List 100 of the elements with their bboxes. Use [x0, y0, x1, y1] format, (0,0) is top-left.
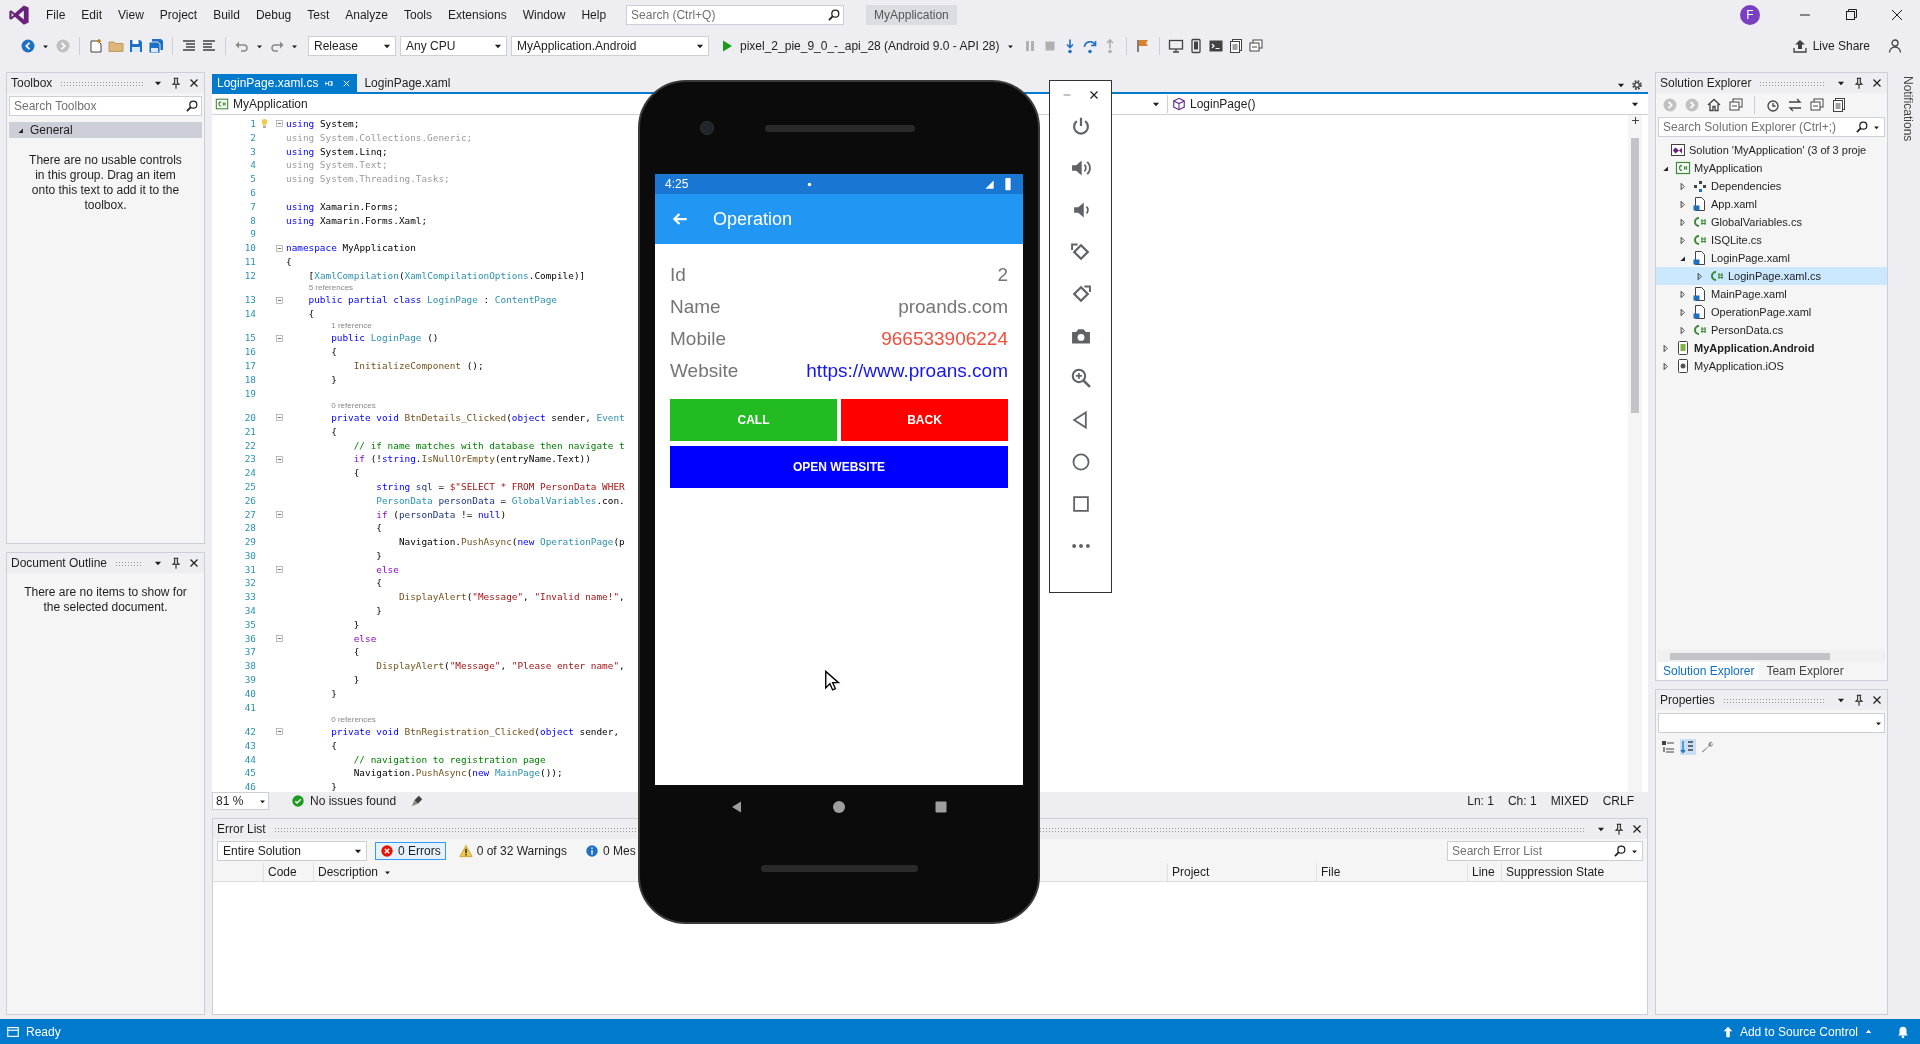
member-dropdown[interactable]: LoginPage() — [1167, 95, 1642, 113]
run-button[interactable]: pixel_2_pie_9_0_-_api_28 (Android 9.0 - API 28) — [713, 38, 1018, 54]
collapse-box-icon[interactable] — [273, 453, 285, 465]
navigate-back-icon[interactable] — [20, 38, 36, 54]
live-share-button[interactable]: Live Share — [1791, 38, 1870, 54]
tree-item[interactable]: MainPage.xaml — [1656, 285, 1887, 303]
nav-recents-icon[interactable] — [933, 799, 949, 815]
tree-item[interactable]: LoginPage.xaml.cs — [1656, 267, 1887, 285]
menu-item[interactable]: Edit — [73, 5, 111, 25]
line-endings-indicator[interactable]: CRLF — [1602, 794, 1634, 808]
tree-item[interactable]: Dependencies — [1656, 177, 1887, 195]
visual-studio-logo-icon[interactable] — [8, 4, 30, 26]
whitespace-indicator[interactable]: MIXED — [1550, 794, 1589, 808]
column-header[interactable]: Description — [318, 865, 394, 879]
tree-item[interactable]: MyApplication — [1656, 159, 1887, 177]
pages-icon[interactable] — [1227, 38, 1244, 54]
platform-dropdown[interactable]: Any CPU — [400, 36, 507, 56]
brush-icon[interactable] — [410, 794, 425, 808]
pin-icon[interactable] — [169, 556, 183, 570]
filter-toggle[interactable]: 0 Errors — [375, 842, 446, 860]
collapse-all-icon[interactable] — [1809, 97, 1825, 113]
menu-item[interactable]: Analyze — [337, 5, 396, 25]
save-all-icon[interactable] — [148, 38, 164, 54]
indent-icon[interactable] — [181, 38, 197, 54]
search-field[interactable]: Search Toolbox — [9, 96, 202, 116]
history-icon[interactable] — [1765, 97, 1781, 113]
menu-item[interactable]: Project — [151, 5, 206, 25]
scope-dropdown[interactable]: Entire Solution — [217, 841, 367, 861]
collapse-box-icon[interactable] — [273, 564, 285, 576]
column-header[interactable]: Project — [1172, 865, 1210, 879]
pin-icon[interactable] — [1612, 822, 1626, 836]
source-control-button[interactable]: Add to Source Control — [1720, 1024, 1874, 1039]
code-lens[interactable]: 1 reference — [331, 321, 372, 332]
switch-views-icon[interactable] — [1728, 97, 1744, 113]
zoom-dropdown[interactable]: 81 % — [212, 792, 269, 810]
issues-indicator[interactable]: No issues found — [291, 794, 397, 808]
column-header[interactable]: Line — [1472, 865, 1495, 879]
column-header[interactable]: File — [1321, 865, 1341, 879]
menu-item[interactable]: Debug — [247, 5, 300, 25]
collapse-box-icon[interactable] — [273, 412, 285, 424]
code-lens[interactable]: 0 references — [331, 714, 376, 725]
home-icon[interactable] — [1706, 97, 1722, 113]
column-header[interactable]: Suppression State — [1506, 865, 1605, 879]
configuration-dropdown[interactable]: Release — [308, 36, 396, 56]
outdent-icon[interactable] — [201, 38, 217, 54]
code-lens[interactable]: 5 references — [308, 282, 354, 293]
scroll-thumb[interactable] — [1631, 138, 1639, 413]
new-item-icon[interactable] — [88, 38, 104, 54]
tree-item[interactable]: OperationPage.xaml — [1656, 303, 1887, 321]
menu-item[interactable]: Build — [205, 5, 248, 25]
tree-item[interactable]: MyApplication.iOS — [1656, 357, 1887, 375]
flag-icon[interactable] — [1134, 38, 1151, 54]
website-link[interactable]: https://www.proans.com — [806, 360, 1008, 382]
bell-icon[interactable] — [1896, 1024, 1910, 1039]
monitor-icon[interactable] — [1167, 38, 1184, 54]
app-button[interactable]: BACK — [841, 399, 1008, 441]
tree-item[interactable]: LoginPage.xaml — [1656, 249, 1887, 267]
account-avatar[interactable]: F — [1740, 5, 1760, 25]
save-icon[interactable] — [128, 38, 144, 54]
pin-icon[interactable] — [1852, 76, 1866, 90]
menu-item[interactable]: Tools — [395, 5, 440, 25]
editor-tab[interactable]: LoginPage.xaml — [359, 74, 456, 92]
menu-item[interactable]: View — [110, 5, 152, 25]
show-all-files-icon[interactable] — [1831, 97, 1847, 113]
startup-project-dropdown[interactable]: MyApplication.Android — [511, 36, 709, 56]
sync-icon[interactable] — [1787, 97, 1803, 113]
wrench-icon[interactable] — [1700, 739, 1716, 755]
app-button[interactable]: OPEN WEBSITE — [670, 446, 1008, 488]
tree-item[interactable]: MyApplication.Android — [1656, 339, 1887, 357]
vertical-scrollbar[interactable] — [1628, 115, 1642, 792]
code-lens[interactable]: 0 references — [331, 400, 376, 411]
search-field[interactable]: Search Error List — [1447, 841, 1643, 861]
collapse-box-icon[interactable] — [273, 633, 285, 645]
collapse-box-icon[interactable] — [273, 332, 285, 344]
split-plus-icon[interactable] — [1629, 115, 1641, 126]
filter-toggle[interactable]: 0 Mes — [579, 842, 641, 860]
panel-tab[interactable]: Solution Explorer — [1658, 662, 1760, 680]
search-field[interactable]: Search (Ctrl+Q) — [626, 5, 845, 25]
collapse-box-icon[interactable] — [273, 508, 285, 520]
notifications-tab[interactable]: Notifications — [1900, 72, 1915, 1015]
scroll-thumb[interactable] — [1670, 652, 1830, 660]
tree-item[interactable]: Solution 'MyApplication' (3 of 3 proje — [1656, 141, 1887, 159]
alphabetical-icon[interactable] — [1680, 739, 1696, 755]
collapse-box-icon[interactable] — [273, 118, 285, 130]
menu-item[interactable]: Window — [514, 5, 574, 25]
back-arrow-icon[interactable] — [671, 210, 689, 228]
tree-item[interactable]: GlobalVariables.cs — [1656, 213, 1887, 231]
menu-item[interactable]: File — [38, 5, 74, 25]
tree-item[interactable]: ISQLite.cs — [1656, 231, 1887, 249]
collapse-box-icon[interactable] — [273, 294, 285, 306]
search-field[interactable]: Search Solution Explorer (Ctrl+;) — [1658, 117, 1885, 137]
zoom-icon[interactable] — [1069, 367, 1092, 389]
toolbox-group[interactable]: General — [9, 122, 202, 138]
collapse-box-icon[interactable] — [273, 726, 285, 738]
collapse-icon[interactable] — [1247, 38, 1264, 54]
filter-toggle[interactable]: 0 of 32 Warnings — [453, 842, 572, 860]
terminal-icon[interactable] — [1207, 38, 1224, 54]
rotate-left-icon[interactable] — [1069, 241, 1092, 263]
menu-item[interactable]: Extensions — [440, 5, 515, 25]
project-dropdown[interactable]: MyApplication — [212, 95, 635, 113]
